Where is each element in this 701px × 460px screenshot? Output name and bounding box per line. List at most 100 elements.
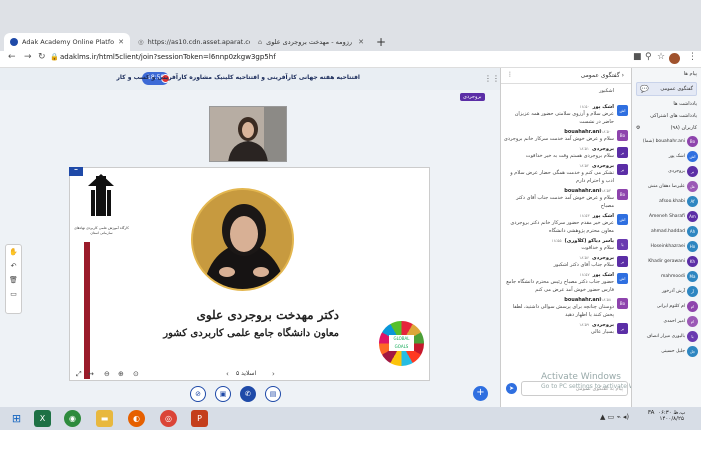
next-slide-icon[interactable]: › xyxy=(272,370,275,378)
prev-slide-icon[interactable]: ‹ xyxy=(226,370,229,378)
message-text: عرض سلام و آرزوی سلامتی حضور همه عزیزان … xyxy=(514,111,614,125)
system-tray-icons[interactable]: ▲ ▭ ⌁ ◂) xyxy=(600,413,629,421)
user-avatar: اش xyxy=(687,151,698,162)
gear-icon[interactable]: ⚙ xyxy=(636,125,640,131)
camera-icon[interactable]: ■ xyxy=(633,52,642,62)
reload-icon[interactable]: ↻ xyxy=(38,52,46,62)
webcam-person-image xyxy=(210,107,286,161)
user-avatar: Ma xyxy=(687,271,698,282)
windows-start-icon[interactable]: ⊞ xyxy=(8,410,25,427)
forward-arrow-icon[interactable]: → xyxy=(24,52,32,62)
powerpoint-icon[interactable]: P xyxy=(191,410,208,427)
user-list-item[interactable]: Am Ameneh Sharafi xyxy=(632,209,701,224)
message-text: بسیار عالی xyxy=(590,329,614,335)
profile-avatar[interactable] xyxy=(669,53,680,64)
user-list-item[interactable]: با بالیوری میرار انصاف xyxy=(632,329,701,344)
slide-collapse-icon[interactable]: ━ xyxy=(69,167,83,176)
presentation-slide: کارگاه آموزش علمی کاربردی نهادهای سازمان… xyxy=(69,167,430,381)
fullscreen-icon[interactable]: ⤢ xyxy=(76,370,82,379)
star-icon[interactable]: ☆ xyxy=(657,52,665,62)
globe-app-icon[interactable]: ◉ xyxy=(64,410,81,427)
leave-audio-button[interactable]: ⊘ xyxy=(190,386,206,402)
chat-message: اش اشک پور۱۸:۵۷ حضور جناب دکتر مصباح رئیس … xyxy=(503,272,630,294)
firefox-icon[interactable]: ◐ xyxy=(128,410,145,427)
tab-aparat[interactable]: ◎ https://as10.cdn.asset.aparat.com ✕ xyxy=(132,33,250,51)
user-name: بالیوری میرار انصاف xyxy=(646,334,685,339)
lock-icon: 🔒 xyxy=(50,53,59,61)
back-arrow-icon[interactable]: ← xyxy=(8,52,16,62)
messages-header: پیام ها xyxy=(683,71,697,77)
language-indicator[interactable]: FA xyxy=(648,410,654,416)
zoom-out-icon[interactable]: ⊖ xyxy=(104,370,110,378)
whiteboard-icon[interactable]: ▭ xyxy=(6,287,21,301)
file-explorer-icon[interactable]: ▬ xyxy=(96,410,113,427)
shared-notes-item[interactable]: یادداشت های اشتراکی xyxy=(632,110,701,122)
close-tab-icon[interactable]: ✕ xyxy=(118,38,124,46)
actions-plus-button[interactable]: + xyxy=(473,386,488,401)
zoom-in-icon[interactable]: ⊕ xyxy=(118,370,124,378)
message-time: ۱۸:۵۲ xyxy=(579,163,590,168)
user-list-item[interactable]: ام امیر احمدی xyxy=(632,314,701,329)
user-list-item[interactable]: آر آرش آذرخور xyxy=(632,284,701,299)
user-list-item[interactable]: عل علیرضا دهقان منش xyxy=(632,179,701,194)
presentation-area: بروجردی کارگاه آموزش علمی کاربردی نهادها… xyxy=(0,90,500,407)
url-field[interactable]: adaklms.ir/html5client/join?sessionToken… xyxy=(60,53,276,61)
camera-button[interactable]: ▣ xyxy=(215,386,231,402)
chat-panel: ‹ گفتگوی عمومی ⋮ اشکبور اش اشک پور۱۸:۵۰ عر… xyxy=(500,68,632,407)
slide-selector[interactable]: اسلاید ۵ xyxy=(236,370,256,377)
user-list-item[interactable]: جل جلیل حسینی xyxy=(632,344,701,359)
tab-resume[interactable]: ⌂ رزومه - مهدخت بروجردی علوی ✕ xyxy=(252,33,370,51)
users-header: کاربران (۹۸) ⚙ xyxy=(632,122,701,134)
user-avatar: بر xyxy=(687,166,698,177)
menu-dots-icon[interactable]: ⋮ xyxy=(688,52,697,62)
new-tab-button[interactable]: + xyxy=(376,33,386,51)
public-chat-button[interactable]: گفتگوی عمومی 💬 xyxy=(636,82,697,96)
user-list-item[interactable]: اش اشک پور xyxy=(632,149,701,164)
user-list-item[interactable]: بر بروجردی xyxy=(632,164,701,179)
zoom-icon[interactable]: ⚲ xyxy=(645,52,652,62)
trash-icon[interactable]: 🗑 xyxy=(6,273,21,287)
chat-back-icon[interactable]: ‹ xyxy=(620,72,624,79)
chat-message: بر بروجردی۱۸:۵۶ سلام جناب آقای دکتر اشکبور xyxy=(503,255,630,269)
user-name: afsoo.khabi xyxy=(659,199,685,204)
message-text: سلام و خداقوت xyxy=(581,245,614,251)
send-button[interactable]: ➤ xyxy=(506,383,517,394)
undo-icon[interactable]: ↶ xyxy=(6,259,21,273)
message-time: ۱۸:۵۳ xyxy=(601,188,611,193)
chrome-icon[interactable]: ◎ xyxy=(160,410,177,427)
chat-message: Bo bouahahr.ani۱۸:۵۳ سلام و عرض خوش آمد خد… xyxy=(503,188,630,210)
shared-notes-label: یادداشت های اشتراکی xyxy=(650,113,697,119)
hand-tool-icon[interactable]: ✋ xyxy=(6,245,21,259)
chat-message: اشکبور xyxy=(503,87,630,101)
user-list-item[interactable]: Ah ahmad.haddad xyxy=(632,224,701,239)
phone-audio-button[interactable]: ✆ xyxy=(240,386,256,402)
chat-message: یا یاسر دیاکو (کلاوری)۱۸:۵۵ سلام و خداقوت xyxy=(503,238,630,252)
options-icon[interactable]: ⋮⋮ xyxy=(484,74,500,83)
screen-share-button[interactable]: ▤ xyxy=(265,386,281,402)
media-controls: ⊘ ▣ ✆ ▤ xyxy=(190,386,281,402)
user-list-item[interactable]: Ma mahmoodi xyxy=(632,269,701,284)
webcam-video[interactable] xyxy=(209,106,287,162)
clock[interactable]: ۰۶:۳۰ ب.ظ ۱۴۰۰/۸/۲۵ xyxy=(658,410,685,422)
message-time: ۱۸:۵۳ xyxy=(579,213,590,218)
reset-zoom-icon[interactable]: ⊙ xyxy=(133,370,139,378)
message-time: ۱۸:۵۱ xyxy=(579,146,590,151)
page-bottom-margin xyxy=(0,430,701,460)
chat-message: اش اشک پور۱۸:۵۳ عرض خیر مقدم حضور سرکار خا… xyxy=(503,213,630,235)
university-logo: کارگاه آموزش علمی کاربردی نهادهای سازمان… xyxy=(74,172,129,237)
user-list-item[interactable]: Af afsoo.khabi xyxy=(632,194,701,209)
close-tab-icon[interactable]: ✕ xyxy=(358,38,364,46)
user-list-item[interactable]: ام ام کلثوم ایرانی xyxy=(632,299,701,314)
fit-width-icon[interactable]: ↔ xyxy=(88,370,94,378)
user-list-item[interactable]: Ho Hoseinkhazraei xyxy=(632,239,701,254)
excel-icon[interactable]: X xyxy=(34,410,51,427)
user-list-item[interactable]: Bo bouahahr.ani (شما) xyxy=(632,134,701,149)
session-header: 18:59 افتتاحیه هفته جهانی کارآفرینی و اف… xyxy=(0,68,500,90)
chat-menu-icon[interactable]: ⋮ xyxy=(507,71,513,78)
user-name: mahmoodi xyxy=(661,274,685,279)
chat-title: گفتگوی عمومی xyxy=(580,72,620,79)
user-list-item[interactable]: Kh Khadir gerawani xyxy=(632,254,701,269)
tab-adak-academy[interactable]: Adak Academy Online Platfo ✕ xyxy=(4,33,130,51)
user-name: امیر احمدی xyxy=(663,319,685,324)
notes-header: یادداشت ها xyxy=(673,101,697,107)
